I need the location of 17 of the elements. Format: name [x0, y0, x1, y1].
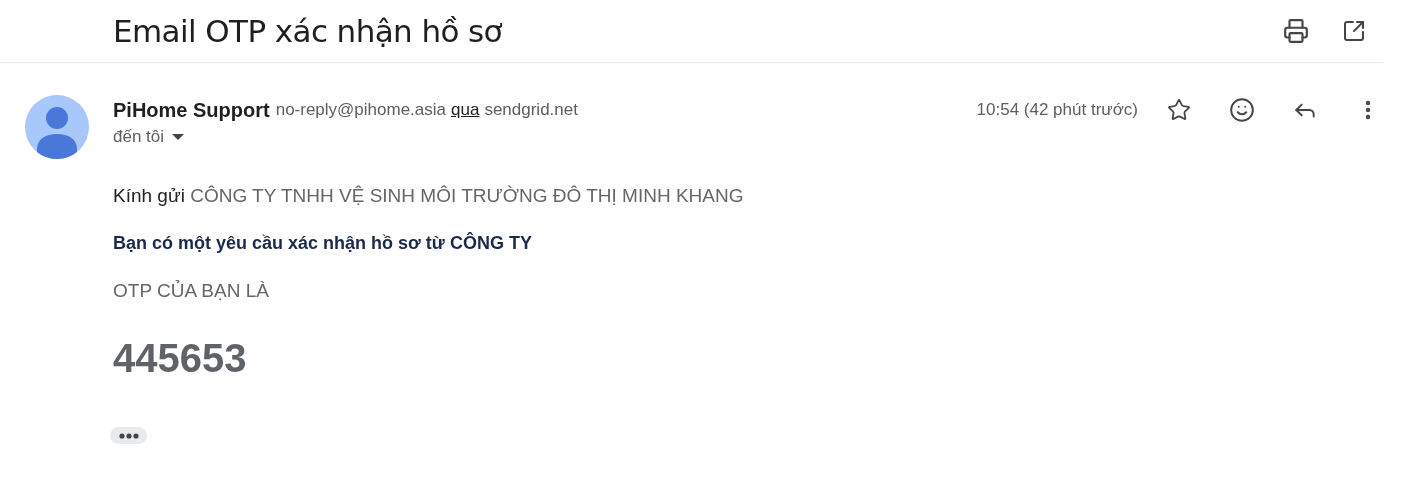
sender-email: no-reply@pihome.asia [275, 100, 446, 120]
request-text: Bạn có một yêu cầu xác nhận hồ sơ từ CÔNG TY [113, 233, 533, 254]
emoji-icon[interactable] [1227, 95, 1257, 125]
show-trimmed-content-button[interactable] [110, 427, 147, 444]
received-time: 10:54 (42 phút trước) [976, 100, 1138, 120]
recipient-dropdown[interactable]: đến tôi [113, 127, 185, 147]
caret-icon [172, 134, 185, 140]
via-domain: sendgrid.net [484, 100, 578, 120]
greeting-text: Kính gửi CÔNG TY TNHH VỆ SINH MÔI TRƯỜNG ĐÔ THỊ MINH KHANG [113, 185, 745, 207]
ellipsis-icon [118, 432, 139, 439]
email-subject: Email OTP xác nhận hồ sơ [113, 13, 503, 49]
avatar-icon [25, 95, 89, 159]
print-icon[interactable] [1281, 16, 1311, 46]
otp-label: OTP CỦA BẠN LÀ [113, 280, 270, 302]
sender-name: PiHome Support [113, 98, 270, 122]
otp-code: 445653 [113, 336, 248, 381]
via-link[interactable]: qua [451, 100, 480, 120]
